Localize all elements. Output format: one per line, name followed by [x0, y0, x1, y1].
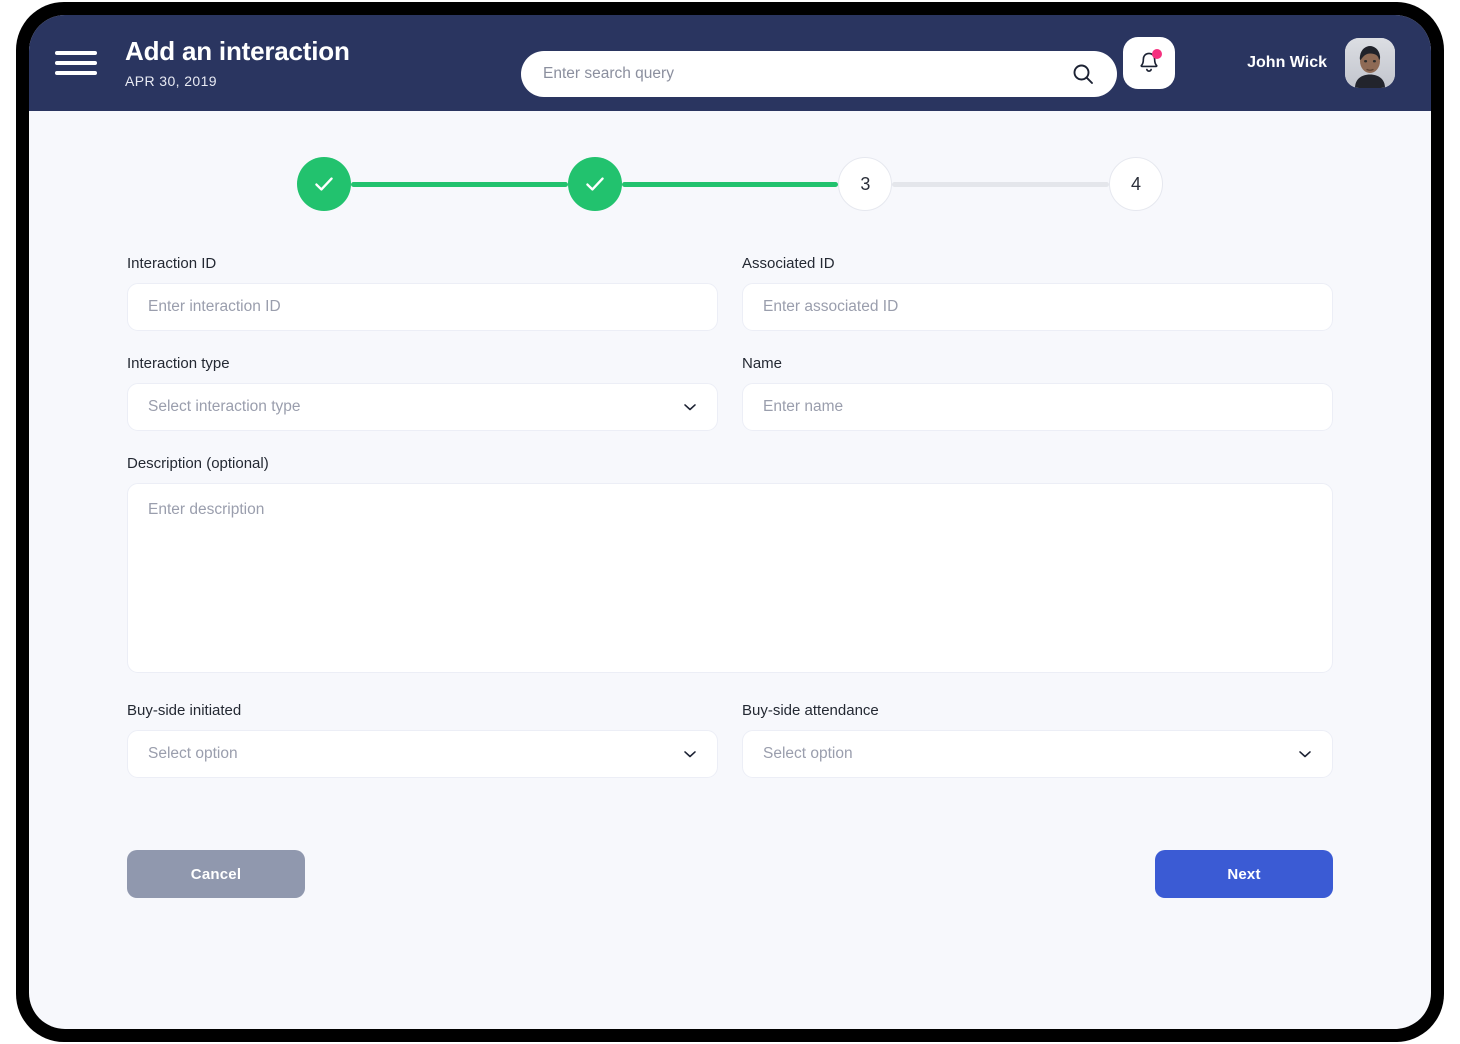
- buy-side-initiated-label: Buy-side initiated: [127, 702, 242, 719]
- name-input[interactable]: [742, 383, 1333, 431]
- step-connector-2: [621, 181, 839, 187]
- interaction-id-input[interactable]: [127, 283, 718, 331]
- hamburger-menu-icon[interactable]: [55, 48, 97, 78]
- hamburger-line: [55, 71, 97, 75]
- interaction-form: Interaction ID Associated ID Interaction…: [127, 255, 1333, 898]
- notifications-button[interactable]: [1123, 37, 1176, 89]
- buy-side-attendance-select[interactable]: Select option: [742, 730, 1333, 778]
- buy-side-attendance-label: Buy-side attendance: [742, 702, 879, 719]
- form-actions: Cancel Next: [127, 850, 1333, 898]
- associated-id-input[interactable]: [742, 283, 1333, 331]
- buy-side-initiated-select-wrap: Select option: [127, 730, 718, 778]
- interaction-type-label: Interaction type: [127, 355, 230, 372]
- check-icon: [315, 177, 333, 191]
- search-icon[interactable]: [1071, 62, 1095, 86]
- header-title-block: Add an interaction APR 30, 2019: [125, 36, 350, 89]
- description-textarea[interactable]: [127, 483, 1333, 673]
- avatar[interactable]: [1345, 38, 1395, 88]
- step-connector-3: [892, 181, 1110, 187]
- field-interaction-type: Interaction type Select interaction type: [127, 355, 718, 431]
- interaction-type-select-wrap: Select interaction type: [127, 383, 718, 431]
- user-name[interactable]: John Wick: [1247, 54, 1327, 72]
- main-content: 3 4 Interaction ID Associated ID: [29, 111, 1431, 1029]
- field-name: Name: [742, 355, 1333, 431]
- next-button[interactable]: Next: [1155, 850, 1333, 898]
- buy-side-attendance-select-wrap: Select option: [742, 730, 1333, 778]
- progress-stepper: 3 4: [225, 111, 1235, 211]
- field-buy-side-attendance: Buy-side attendance Select option: [742, 702, 1333, 778]
- step-4-upcoming[interactable]: 4: [1109, 157, 1164, 211]
- buy-side-initiated-select[interactable]: Select option: [127, 730, 718, 778]
- app-screen: Add an interaction APR 30, 2019 Enter se…: [29, 15, 1431, 1029]
- field-associated-id: Associated ID: [742, 255, 1333, 331]
- interaction-type-select[interactable]: Select interaction type: [127, 383, 718, 431]
- interaction-id-label: Interaction ID: [127, 255, 217, 272]
- device-frame: Add an interaction APR 30, 2019 Enter se…: [16, 2, 1444, 1042]
- name-label: Name: [742, 355, 783, 372]
- hamburger-line: [55, 51, 97, 55]
- field-interaction-id: Interaction ID: [127, 255, 718, 331]
- description-label: Description (optional): [127, 455, 269, 472]
- field-buy-side-initiated: Buy-side initiated Select option: [127, 702, 718, 778]
- hamburger-line: [55, 61, 97, 65]
- page-title: Add an interaction: [125, 36, 350, 67]
- step-1-complete[interactable]: [297, 157, 351, 211]
- header-right-cluster: John Wick: [1123, 15, 1395, 111]
- field-description: Description (optional): [127, 455, 1333, 678]
- step-3-current[interactable]: 3: [838, 157, 893, 211]
- search-bar[interactable]: [521, 51, 1117, 97]
- top-header-bar: Add an interaction APR 30, 2019 Enter se…: [29, 15, 1431, 111]
- search-input[interactable]: [543, 65, 1071, 83]
- check-icon: [585, 177, 604, 191]
- cancel-button[interactable]: Cancel: [127, 850, 305, 898]
- associated-id-label: Associated ID: [742, 255, 835, 272]
- avatar-photo: [1345, 38, 1395, 88]
- step-2-complete[interactable]: [567, 157, 622, 211]
- page-date: APR 30, 2019: [125, 72, 217, 89]
- step-connector-1: [351, 181, 568, 187]
